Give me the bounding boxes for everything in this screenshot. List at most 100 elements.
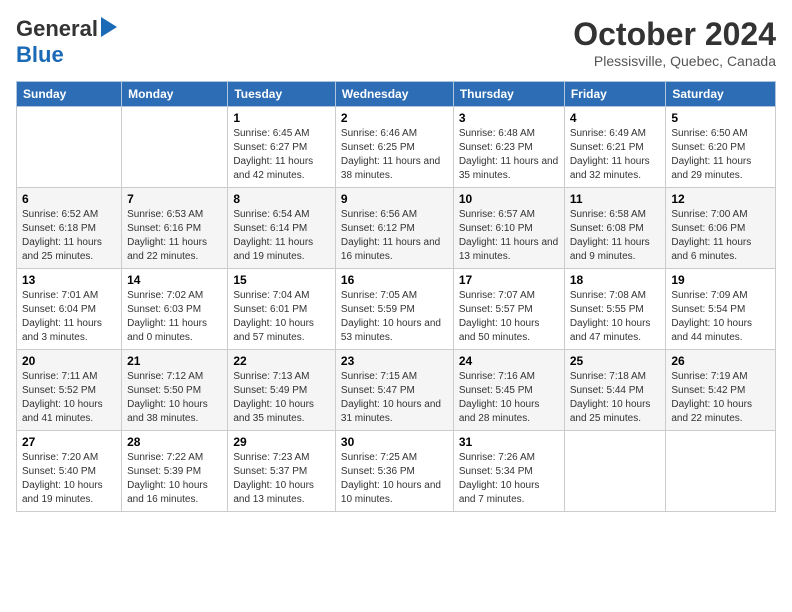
day-number: 29: [233, 435, 330, 449]
logo-arrow-icon: [101, 17, 117, 42]
header-cell-thursday: Thursday: [453, 82, 564, 107]
calendar-week-row: 6 Sunrise: 6:52 AM Sunset: 6:18 PM Daylig…: [17, 188, 776, 269]
day-info: Sunrise: 6:52 AM Sunset: 6:18 PM Dayligh…: [22, 208, 116, 264]
day-number: 31: [459, 435, 559, 449]
day-number: 15: [233, 273, 330, 287]
day-info: Sunrise: 6:49 AM Sunset: 6:21 PM Dayligh…: [570, 127, 661, 183]
calendar-cell: 7 Sunrise: 6:53 AM Sunset: 6:16 PM Daylig…: [122, 188, 228, 269]
day-number: 23: [341, 354, 448, 368]
header-row: SundayMondayTuesdayWednesdayThursdayFrid…: [17, 82, 776, 107]
day-info: Sunrise: 6:45 AM Sunset: 6:27 PM Dayligh…: [233, 127, 330, 183]
day-number: 1: [233, 111, 330, 125]
title-block: October 2024 Plessisville, Quebec, Canad…: [573, 16, 776, 69]
calendar-cell: 6 Sunrise: 6:52 AM Sunset: 6:18 PM Daylig…: [17, 188, 122, 269]
day-info: Sunrise: 7:04 AM Sunset: 6:01 PM Dayligh…: [233, 289, 330, 345]
day-info: Sunrise: 6:56 AM Sunset: 6:12 PM Dayligh…: [341, 208, 448, 264]
calendar-table: SundayMondayTuesdayWednesdayThursdayFrid…: [16, 81, 776, 512]
day-info: Sunrise: 7:12 AM Sunset: 5:50 PM Dayligh…: [127, 370, 222, 426]
day-number: 26: [671, 354, 770, 368]
calendar-week-row: 27Sunrise: 7:20 AM Sunset: 5:40 PM Dayli…: [17, 431, 776, 512]
day-info: Sunrise: 7:05 AM Sunset: 5:59 PM Dayligh…: [341, 289, 448, 345]
day-info: Sunrise: 6:54 AM Sunset: 6:14 PM Dayligh…: [233, 208, 330, 264]
header-cell-saturday: Saturday: [666, 82, 776, 107]
calendar-cell: 19Sunrise: 7:09 AM Sunset: 5:54 PM Dayli…: [666, 269, 776, 350]
calendar-cell: 10 Sunrise: 6:57 AM Sunset: 6:10 PM Dayli…: [453, 188, 564, 269]
calendar-cell: 14 Sunrise: 7:02 AM Sunset: 6:03 PM Dayli…: [122, 269, 228, 350]
calendar-cell: 2Sunrise: 6:46 AM Sunset: 6:25 PM Daylig…: [335, 107, 453, 188]
day-number: 30: [341, 435, 448, 449]
day-info: Sunrise: 6:57 AM Sunset: 6:10 PM Dayligh…: [459, 208, 559, 264]
day-number: 2: [341, 111, 448, 125]
calendar-header: SundayMondayTuesdayWednesdayThursdayFrid…: [17, 82, 776, 107]
day-number: 24: [459, 354, 559, 368]
calendar-cell: 12 Sunrise: 7:00 AM Sunset: 6:06 PM Dayli…: [666, 188, 776, 269]
day-info: Sunrise: 7:26 AM Sunset: 5:34 PM Dayligh…: [459, 451, 559, 507]
day-info: Sunrise: 7:20 AM Sunset: 5:40 PM Dayligh…: [22, 451, 116, 507]
day-number: 9: [341, 192, 448, 206]
calendar-cell: 31 Sunrise: 7:26 AM Sunset: 5:34 PM Dayli…: [453, 431, 564, 512]
calendar-cell: [122, 107, 228, 188]
calendar-cell: 29 Sunrise: 7:23 AM Sunset: 5:37 PM Dayli…: [228, 431, 336, 512]
calendar-cell: 1 Sunrise: 6:45 AM Sunset: 6:27 PM Daylig…: [228, 107, 336, 188]
calendar-cell: 18Sunrise: 7:08 AM Sunset: 5:55 PM Dayli…: [564, 269, 666, 350]
day-number: 10: [459, 192, 559, 206]
day-info: Sunrise: 7:08 AM Sunset: 5:55 PM Dayligh…: [570, 289, 661, 345]
day-info: Sunrise: 6:48 AM Sunset: 6:23 PM Dayligh…: [459, 127, 559, 183]
day-info: Sunrise: 7:13 AM Sunset: 5:49 PM Dayligh…: [233, 370, 330, 426]
day-number: 3: [459, 111, 559, 125]
day-info: Sunrise: 7:11 AM Sunset: 5:52 PM Dayligh…: [22, 370, 116, 426]
calendar-cell: 4 Sunrise: 6:49 AM Sunset: 6:21 PM Daylig…: [564, 107, 666, 188]
day-info: Sunrise: 7:18 AM Sunset: 5:44 PM Dayligh…: [570, 370, 661, 426]
day-info: Sunrise: 6:53 AM Sunset: 6:16 PM Dayligh…: [127, 208, 222, 264]
day-info: Sunrise: 7:02 AM Sunset: 6:03 PM Dayligh…: [127, 289, 222, 345]
day-info: Sunrise: 7:23 AM Sunset: 5:37 PM Dayligh…: [233, 451, 330, 507]
calendar-cell: [564, 431, 666, 512]
calendar-cell: 16Sunrise: 7:05 AM Sunset: 5:59 PM Dayli…: [335, 269, 453, 350]
day-info: Sunrise: 7:19 AM Sunset: 5:42 PM Dayligh…: [671, 370, 770, 426]
day-number: 5: [671, 111, 770, 125]
day-number: 4: [570, 111, 661, 125]
day-number: 12: [671, 192, 770, 206]
day-number: 17: [459, 273, 559, 287]
day-number: 7: [127, 192, 222, 206]
header-cell-monday: Monday: [122, 82, 228, 107]
location-subtitle: Plessisville, Quebec, Canada: [573, 53, 776, 69]
calendar-cell: 5Sunrise: 6:50 AM Sunset: 6:20 PM Daylig…: [666, 107, 776, 188]
day-info: Sunrise: 7:16 AM Sunset: 5:45 PM Dayligh…: [459, 370, 559, 426]
day-info: Sunrise: 7:00 AM Sunset: 6:06 PM Dayligh…: [671, 208, 770, 264]
calendar-cell: 13Sunrise: 7:01 AM Sunset: 6:04 PM Dayli…: [17, 269, 122, 350]
header-cell-tuesday: Tuesday: [228, 82, 336, 107]
logo-text-blue: Blue: [16, 42, 64, 67]
calendar-cell: 28 Sunrise: 7:22 AM Sunset: 5:39 PM Dayli…: [122, 431, 228, 512]
day-number: 14: [127, 273, 222, 287]
calendar-cell: 17Sunrise: 7:07 AM Sunset: 5:57 PM Dayli…: [453, 269, 564, 350]
day-number: 21: [127, 354, 222, 368]
calendar-cell: 24 Sunrise: 7:16 AM Sunset: 5:45 PM Dayli…: [453, 350, 564, 431]
calendar-cell: 26 Sunrise: 7:19 AM Sunset: 5:42 PM Dayli…: [666, 350, 776, 431]
day-number: 28: [127, 435, 222, 449]
logo: General Blue: [16, 16, 117, 68]
day-number: 22: [233, 354, 330, 368]
day-number: 25: [570, 354, 661, 368]
day-number: 20: [22, 354, 116, 368]
day-number: 8: [233, 192, 330, 206]
day-info: Sunrise: 7:25 AM Sunset: 5:36 PM Dayligh…: [341, 451, 448, 507]
calendar-cell: 27Sunrise: 7:20 AM Sunset: 5:40 PM Dayli…: [17, 431, 122, 512]
logo-text-general: General: [16, 16, 98, 42]
day-info: Sunrise: 6:58 AM Sunset: 6:08 PM Dayligh…: [570, 208, 661, 264]
calendar-cell: 30 Sunrise: 7:25 AM Sunset: 5:36 PM Dayli…: [335, 431, 453, 512]
calendar-cell: 15 Sunrise: 7:04 AM Sunset: 6:01 PM Dayli…: [228, 269, 336, 350]
header-cell-friday: Friday: [564, 82, 666, 107]
day-info: Sunrise: 7:22 AM Sunset: 5:39 PM Dayligh…: [127, 451, 222, 507]
calendar-body: 1 Sunrise: 6:45 AM Sunset: 6:27 PM Daylig…: [17, 107, 776, 512]
day-number: 19: [671, 273, 770, 287]
day-info: Sunrise: 7:01 AM Sunset: 6:04 PM Dayligh…: [22, 289, 116, 345]
calendar-cell: 11Sunrise: 6:58 AM Sunset: 6:08 PM Dayli…: [564, 188, 666, 269]
header-cell-sunday: Sunday: [17, 82, 122, 107]
calendar-cell: 22 Sunrise: 7:13 AM Sunset: 5:49 PM Dayli…: [228, 350, 336, 431]
page-header: General Blue October 2024 Plessisville, …: [16, 16, 776, 69]
calendar-week-row: 1 Sunrise: 6:45 AM Sunset: 6:27 PM Daylig…: [17, 107, 776, 188]
day-info: Sunrise: 7:15 AM Sunset: 5:47 PM Dayligh…: [341, 370, 448, 426]
day-number: 6: [22, 192, 116, 206]
calendar-week-row: 13Sunrise: 7:01 AM Sunset: 6:04 PM Dayli…: [17, 269, 776, 350]
